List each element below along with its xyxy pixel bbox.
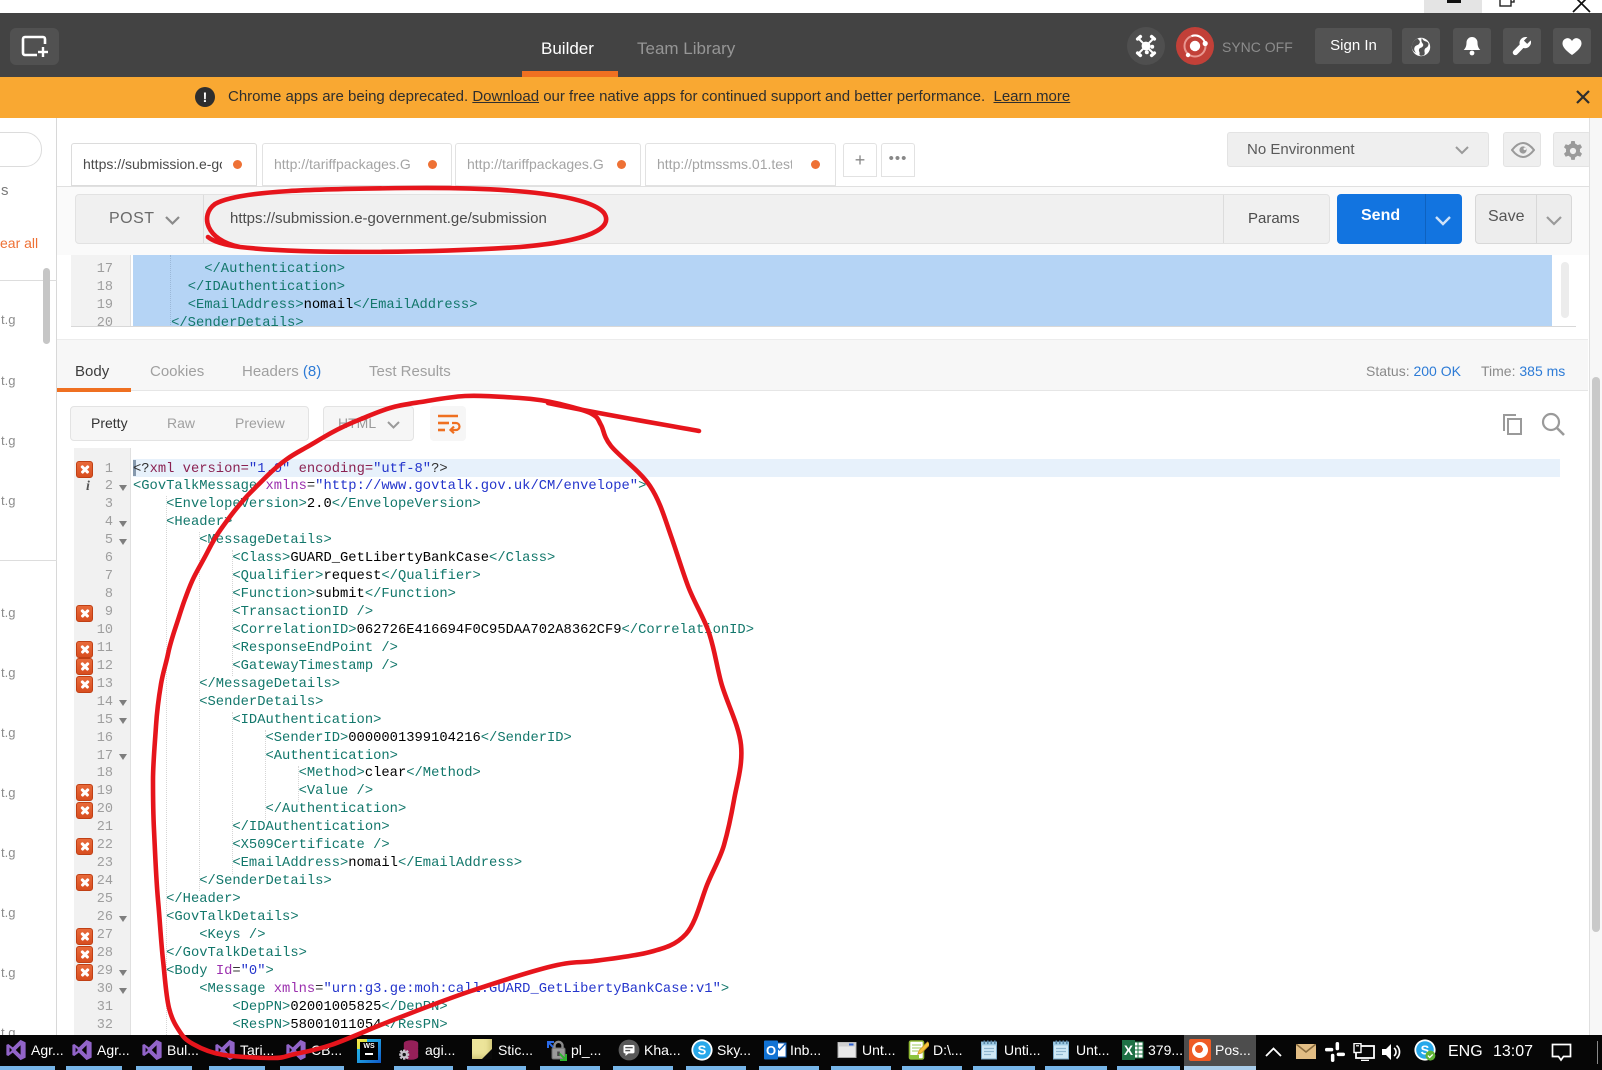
svg-text:O: O (766, 1043, 776, 1058)
svg-text:S: S (698, 1043, 707, 1058)
svg-text:X: X (1124, 1043, 1133, 1058)
